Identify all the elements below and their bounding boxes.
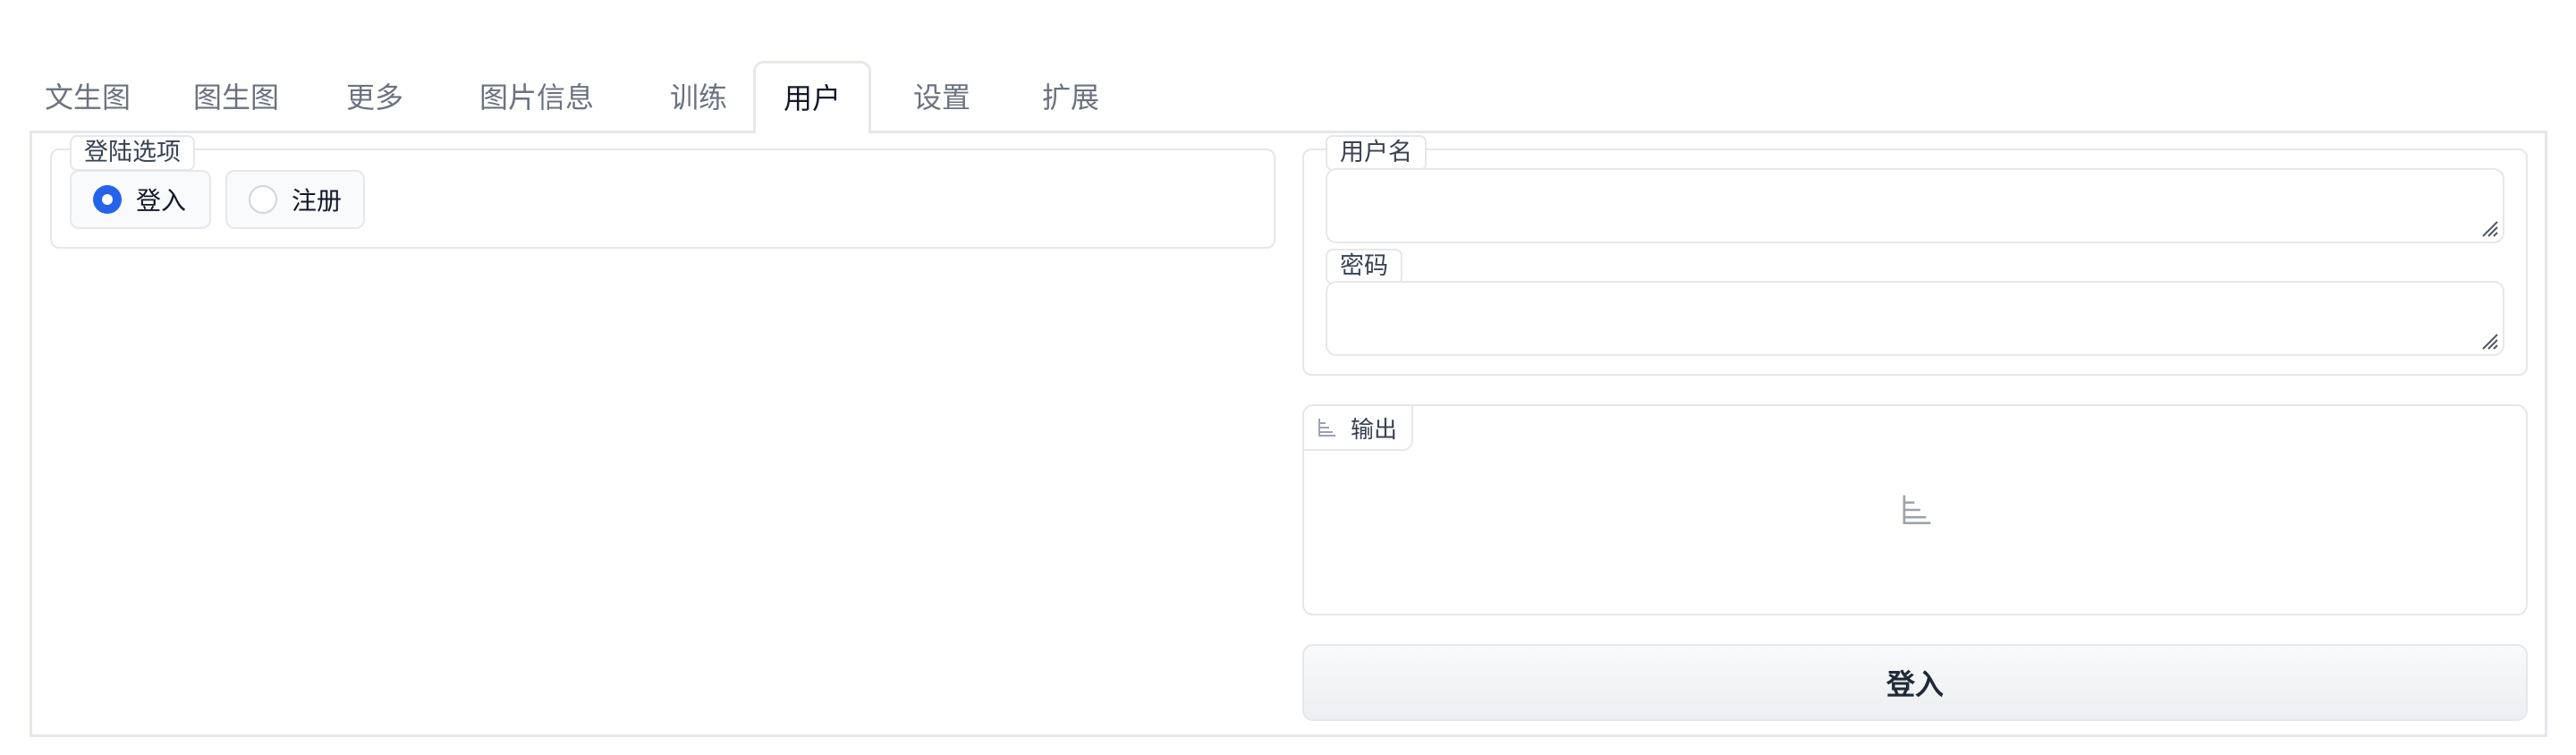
radio-checked-icon xyxy=(93,185,122,214)
json-tree-icon xyxy=(1318,419,1335,437)
tab-extensions[interactable]: 扩展 xyxy=(1023,63,1118,132)
radio-option-label: 登入 xyxy=(136,186,187,216)
resize-handle-icon[interactable] xyxy=(2478,329,2499,351)
resize-handle-icon[interactable] xyxy=(2478,216,2499,238)
password-input[interactable] xyxy=(1326,281,2504,356)
username-input[interactable] xyxy=(1326,168,2504,243)
radio-option-label: 注册 xyxy=(292,186,343,216)
login-button[interactable]: 登入 xyxy=(1302,644,2528,721)
radio-option-register[interactable]: 注册 xyxy=(225,170,365,229)
radio-unchecked-icon xyxy=(249,185,277,214)
username-label: 用户名 xyxy=(1326,135,1427,171)
password-label: 密码 xyxy=(1326,249,1402,284)
output-label-text: 输出 xyxy=(1351,416,1398,444)
json-tree-icon xyxy=(1902,495,1931,525)
tab-train[interactable]: 训练 xyxy=(651,63,746,132)
tab-img2img[interactable]: 图生图 xyxy=(179,63,293,132)
tab-settings[interactable]: 设置 xyxy=(894,63,989,132)
login-options-label: 登陆选项 xyxy=(70,135,195,171)
output-label: 输出 xyxy=(1304,406,1414,451)
tab-user[interactable]: 用户 xyxy=(753,61,871,133)
tab-extras[interactable]: 更多 xyxy=(327,63,422,132)
tab-png-info[interactable]: 图片信息 xyxy=(456,63,617,132)
login-options-group: 登入 注册 xyxy=(50,148,1275,249)
tab-txt2img[interactable]: 文生图 xyxy=(30,63,145,132)
radio-option-login[interactable]: 登入 xyxy=(70,170,211,229)
